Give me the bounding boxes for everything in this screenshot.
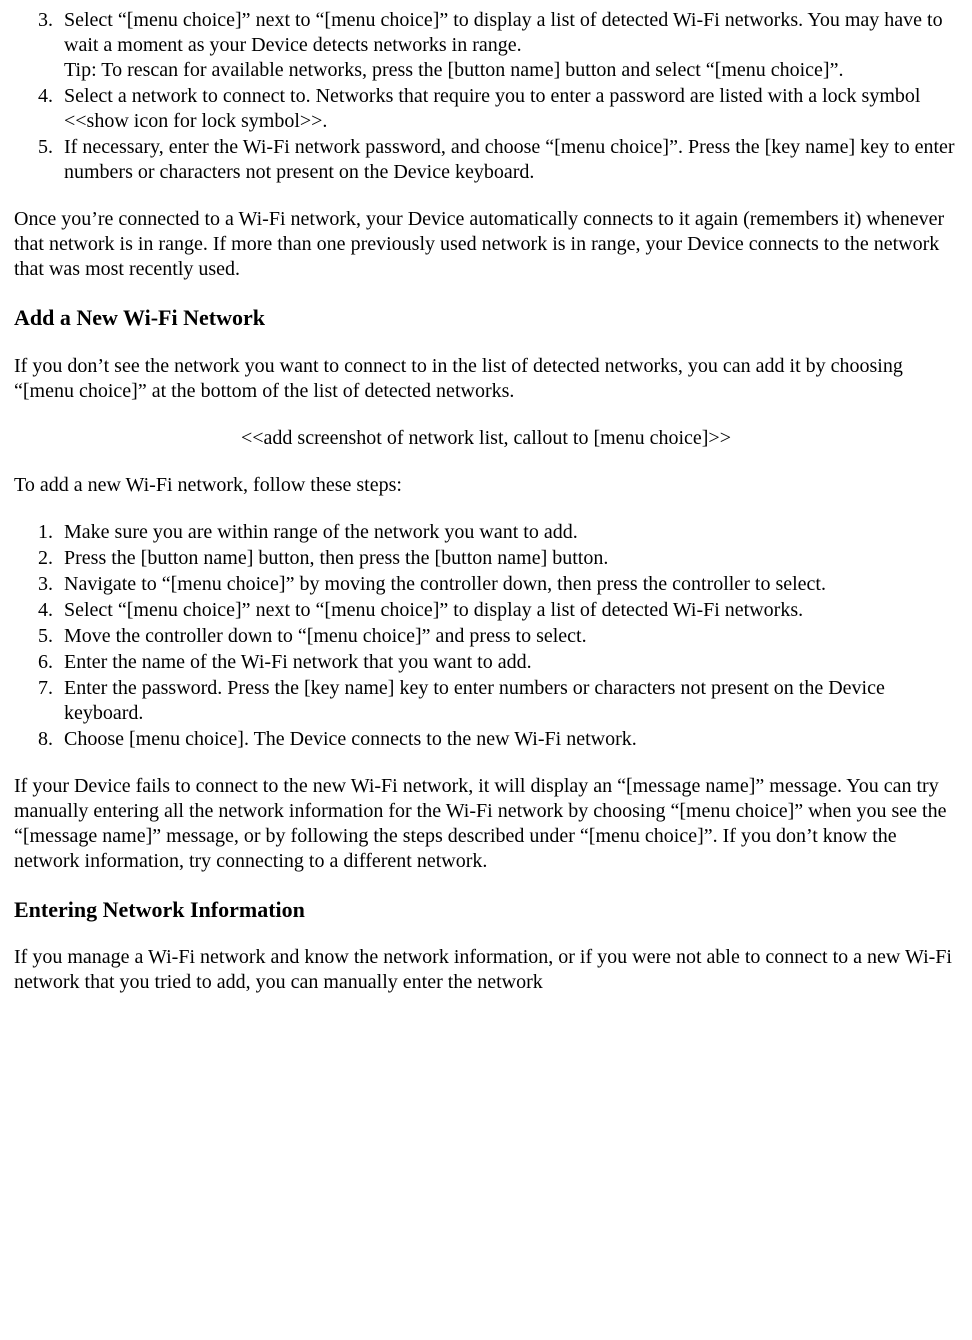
list-item: Make sure you are within range of the ne… xyxy=(58,520,958,545)
screenshot-placeholder: <<add screenshot of network list, callou… xyxy=(14,426,958,451)
add-wifi-steps-intro: To add a new Wi-Fi network, follow these… xyxy=(14,473,958,498)
connect-steps-list: Select “[menu choice]” next to “[menu ch… xyxy=(14,8,958,185)
network-info-paragraph: If you manage a Wi-Fi network and know t… xyxy=(14,945,958,995)
list-item: Move the controller down to “[menu choic… xyxy=(58,624,958,649)
list-item: If necessary, enter the Wi-Fi network pa… xyxy=(58,135,958,185)
add-wifi-steps-list: Make sure you are within range of the ne… xyxy=(14,520,958,752)
connection-fail-paragraph: If your Device fails to connect to the n… xyxy=(14,774,958,874)
list-item: Press the [button name] button, then pre… xyxy=(58,546,958,571)
list-item: Select “[menu choice]” next to “[menu ch… xyxy=(58,8,958,83)
list-item: Navigate to “[menu choice]” by moving th… xyxy=(58,572,958,597)
list-item: Choose [menu choice]. The Device connect… xyxy=(58,727,958,752)
list-item: Select a network to connect to. Networks… xyxy=(58,84,958,134)
connected-paragraph: Once you’re connected to a Wi-Fi network… xyxy=(14,207,958,282)
add-wifi-heading: Add a New Wi-Fi Network xyxy=(14,304,958,332)
list-item: Select “[menu choice]” next to “[menu ch… xyxy=(58,598,958,623)
list-item: Enter the name of the Wi-Fi network that… xyxy=(58,650,958,675)
add-wifi-intro-paragraph: If you don’t see the network you want to… xyxy=(14,354,958,404)
network-info-heading: Entering Network Information xyxy=(14,896,958,924)
list-item: Enter the password. Press the [key name]… xyxy=(58,676,958,726)
